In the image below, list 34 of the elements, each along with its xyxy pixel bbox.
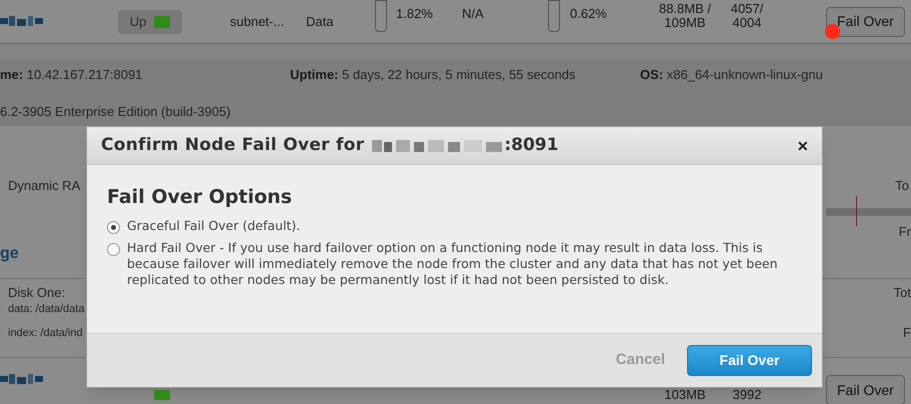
dialog-title: Confirm Node Fail Over for — [101, 134, 364, 157]
index-path-text: index: /data/ind — [7, 326, 83, 341]
dialog-title-port: :8091 — [504, 134, 558, 157]
status-text: Up — [130, 12, 146, 31]
subnet-text: subnet-... — [230, 14, 284, 29]
os-text: OS: x86_64-unknown-linux-gnu — [640, 66, 823, 84]
options-heading: Fail Over Options — [107, 185, 293, 210]
cpu-text: 1.82% — [396, 6, 433, 21]
radio-button[interactable] — [107, 220, 120, 234]
memory-label: Dynamic RA — [7, 177, 80, 195]
free-label: F — [903, 324, 911, 342]
option-label: Graceful Fail Over (default). — [127, 218, 302, 234]
swap-text: N/A — [462, 6, 484, 21]
items-text: 4057/ 4004 — [730, 1, 764, 30]
fail-over-button[interactable]: Fail Over — [826, 375, 905, 404]
free-label: Fr — [898, 223, 911, 241]
version-text: 6.2-3905 Enterprise Edition (build-3905) — [0, 103, 232, 121]
disk-label: Disk One: — [7, 284, 66, 298]
fail-over-button[interactable]: Fail Over — [687, 345, 812, 376]
option-label: Hard Fail Over - If you use hard failover option on a functioning node it may result in data loss. This is because failover will immediately remove the node from the cluster and any data that has not yet been replicated to other nodes may be permanently lost if it had not been persisted to disk. — [127, 240, 779, 288]
ram-text: 0.62% — [570, 6, 607, 21]
redacted-address-icon — [372, 138, 504, 152]
service-text: Data — [306, 14, 334, 29]
radio-button[interactable] — [107, 242, 120, 256]
section-heading: ge — [0, 245, 19, 262]
data-size-text: 88.8MB / 109MB — [658, 1, 712, 30]
fail-over-button[interactable]: Fail Over — [826, 6, 905, 36]
uptime-text: Uptime: 5 days, 22 hours, 5 minutes, 55 seconds — [290, 66, 576, 84]
data-path-text: data: /data/data — [7, 302, 86, 317]
total-label: To — [895, 177, 910, 195]
close-button[interactable]: × — [797, 136, 808, 154]
data-size-text: 103MB — [664, 386, 706, 402]
total-label: Tot — [894, 284, 911, 298]
name-text: me: 10.42.167.217:8091 — [0, 66, 144, 84]
